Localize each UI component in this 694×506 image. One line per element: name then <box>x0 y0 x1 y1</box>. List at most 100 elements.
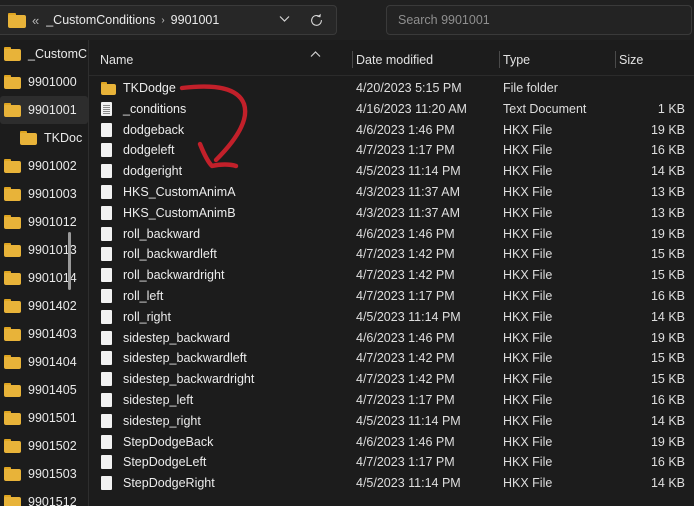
breadcrumb-overflow-icon[interactable]: « <box>32 13 39 28</box>
folder-icon <box>4 355 21 369</box>
search-input[interactable]: Search 9901001 <box>386 5 692 35</box>
file-date-modified: 4/7/2023 1:17 PM <box>356 143 455 158</box>
table-row[interactable]: TKDodge 4/20/2023 5:15 PM File folder <box>89 78 694 99</box>
sidebar-item-9901402[interactable]: 9901402 <box>0 292 88 320</box>
sidebar-item-9901000[interactable]: 9901000 <box>0 68 88 96</box>
table-row[interactable]: StepDodgeRight 4/5/2023 11:14 PM HKX File 1… <box>89 473 694 494</box>
file-name: sidestep_backwardleft <box>123 351 247 366</box>
folder-icon <box>4 243 21 257</box>
navigation-sidebar[interactable]: _CustomC 9901000 9901001 TKDoc 9901002 990100… <box>0 40 88 506</box>
sidebar-item-tkdoc[interactable]: TKDoc <box>0 124 88 152</box>
table-row[interactable]: roll_backward 4/6/2023 1:46 PM HKX File 19 … <box>89 224 694 245</box>
column-divider[interactable] <box>352 51 353 68</box>
folder-icon <box>101 81 116 96</box>
sidebar-item-9901404[interactable]: 9901404 <box>0 348 88 376</box>
table-row[interactable]: sidestep_left 4/7/2023 1:17 PM HKX File 16 … <box>89 390 694 411</box>
table-row[interactable]: HKS_CustomAnimA 4/3/2023 11:37 AM HKX File… <box>89 182 694 203</box>
file-date-modified: 4/3/2023 11:37 AM <box>356 184 461 199</box>
sidebar-item-9901403[interactable]: 9901403 <box>0 320 88 348</box>
file-size: 19 KB <box>650 330 685 345</box>
file-name: dodgeleft <box>123 143 175 158</box>
column-divider[interactable] <box>615 51 616 68</box>
file-type: Text Document <box>503 101 587 116</box>
file-type: HKX File <box>503 164 553 179</box>
sidebar-item-9901002[interactable]: 9901002 <box>0 152 88 180</box>
folder-icon <box>20 131 37 145</box>
column-header-date-modified[interactable]: Date modified <box>356 46 433 74</box>
sidebar-item-label: 9901001 <box>28 103 77 117</box>
table-row[interactable]: roll_backwardleft 4/7/2023 1:42 PM HKX Fil… <box>89 244 694 265</box>
table-row[interactable]: roll_right 4/5/2023 11:14 PM HKX File 14 KB <box>89 307 694 328</box>
folder-icon <box>4 75 21 89</box>
file-icon <box>101 184 115 200</box>
sidebar-item-9901003[interactable]: 9901003 <box>0 180 88 208</box>
sidebar-scrollbar[interactable] <box>68 232 71 290</box>
file-icon <box>101 330 115 346</box>
folder-icon <box>4 187 21 201</box>
sidebar-item-9901013[interactable]: 9901013 <box>0 236 88 264</box>
table-row[interactable]: sidestep_backwardleft 4/7/2023 1:42 PM HKX… <box>89 348 694 369</box>
text-document-icon <box>101 101 115 117</box>
file-date-modified: 4/6/2023 1:46 PM <box>356 330 455 345</box>
folder-icon <box>4 215 21 229</box>
column-header-name[interactable]: Name <box>100 46 133 74</box>
sidebar-item-9901014[interactable]: 9901014 <box>0 264 88 292</box>
folder-icon <box>4 299 21 313</box>
file-name: _conditions <box>123 101 187 116</box>
sidebar-item-9901501[interactable]: 9901501 <box>0 404 88 432</box>
table-row[interactable]: sidestep_right 4/5/2023 11:14 PM HKX File 1… <box>89 411 694 432</box>
sidebar-item-9901001[interactable]: 9901001 <box>0 96 88 124</box>
file-icon <box>101 164 115 179</box>
breadcrumb-item-1[interactable]: 9901001 <box>171 13 220 27</box>
file-date-modified: 4/16/2023 11:20 AM <box>356 101 467 116</box>
sidebar-item-9901405[interactable]: 9901405 <box>0 376 88 404</box>
table-row[interactable]: dodgeback 4/6/2023 1:46 PM HKX File 19 KB <box>89 120 694 141</box>
column-divider[interactable] <box>499 51 500 68</box>
sort-ascending-icon <box>310 51 321 61</box>
sidebar-item-9901502[interactable]: 9901502 <box>0 432 88 460</box>
file-name: sidestep_right <box>123 413 201 428</box>
refresh-button[interactable] <box>305 9 327 31</box>
file-date-modified: 4/7/2023 1:17 PM <box>356 392 455 407</box>
file-icon <box>101 434 115 450</box>
table-row[interactable]: dodgeright 4/5/2023 11:14 PM HKX File 14 KB <box>89 161 694 182</box>
file-icon <box>101 309 115 325</box>
file-name: sidestep_backward <box>123 330 231 345</box>
file-size: 13 KB <box>650 205 685 220</box>
table-row[interactable]: StepDodgeBack 4/6/2023 1:46 PM HKX File 19 … <box>89 432 694 453</box>
table-row[interactable]: roll_backwardright 4/7/2023 1:42 PM HKX Fi… <box>89 265 694 286</box>
column-header-size[interactable]: Size <box>619 46 643 74</box>
file-size: 15 KB <box>650 372 685 387</box>
table-row[interactable]: sidestep_backward 4/6/2023 1:46 PM HKX Fil… <box>89 328 694 349</box>
file-date-modified: 4/5/2023 11:14 PM <box>356 309 461 324</box>
file-name: roll_backward <box>123 226 201 241</box>
table-row[interactable]: dodgeleft 4/7/2023 1:17 PM HKX File 16 KB <box>89 140 694 161</box>
sidebar-item-9901503[interactable]: 9901503 <box>0 460 88 488</box>
file-size: 16 KB <box>650 288 685 303</box>
file-size: 16 KB <box>650 143 685 158</box>
table-row[interactable]: _conditions 4/16/2023 11:20 AM Text Docume… <box>89 99 694 120</box>
file-type: HKX File <box>503 205 553 220</box>
table-row[interactable]: HKS_CustomAnimB 4/3/2023 11:37 AM HKX File… <box>89 203 694 224</box>
breadcrumb-item-0[interactable]: _CustomConditions <box>46 13 155 27</box>
file-type: HKX File <box>503 184 553 199</box>
address-bar[interactable]: « _CustomConditions › 9901001 <box>0 5 337 35</box>
file-name: dodgeback <box>123 122 185 137</box>
file-size: 19 KB <box>650 434 685 449</box>
table-row[interactable]: StepDodgeLeft 4/7/2023 1:17 PM HKX File 16 … <box>89 452 694 473</box>
file-icon <box>101 143 115 158</box>
file-date-modified: 4/5/2023 11:14 PM <box>356 476 461 491</box>
sidebar-item-_customc[interactable]: _CustomC <box>0 40 88 68</box>
file-date-modified: 4/5/2023 11:14 PM <box>356 413 461 428</box>
file-size: 14 KB <box>650 309 685 324</box>
folder-icon <box>4 271 21 285</box>
table-row[interactable]: sidestep_backwardright 4/7/2023 1:42 PM HK… <box>89 369 694 390</box>
sidebar-item-9901512[interactable]: 9901512 <box>0 488 88 506</box>
file-date-modified: 4/3/2023 11:37 AM <box>356 205 461 220</box>
chevron-down-icon[interactable] <box>279 15 290 26</box>
file-list[interactable]: TKDodge 4/20/2023 5:15 PM File folder _cond… <box>89 78 694 506</box>
table-row[interactable]: roll_left 4/7/2023 1:17 PM HKX File 16 KB <box>89 286 694 307</box>
file-date-modified: 4/7/2023 1:17 PM <box>356 288 455 303</box>
column-header-type[interactable]: Type <box>503 46 530 74</box>
sidebar-item-9901012[interactable]: 9901012 <box>0 208 88 236</box>
